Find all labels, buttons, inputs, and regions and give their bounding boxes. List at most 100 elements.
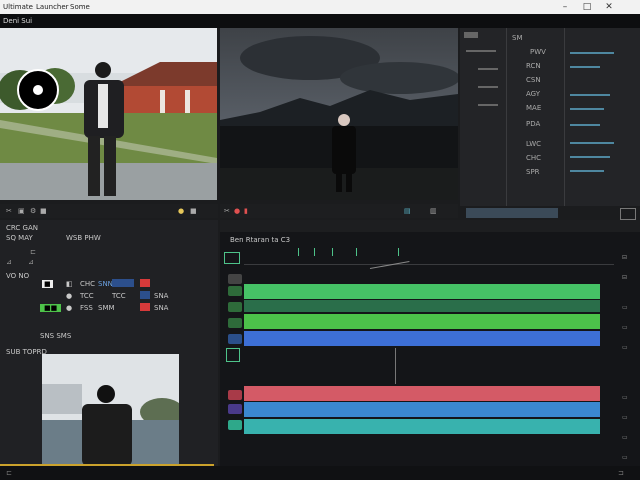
- inspector-slider[interactable]: [570, 66, 600, 68]
- row-label: CHC: [80, 280, 96, 288]
- track-header-a3[interactable]: [228, 420, 242, 430]
- video-clip[interactable]: [244, 300, 600, 312]
- section-label: VO NO: [6, 272, 30, 280]
- inspector-label: MAE: [526, 104, 542, 112]
- close-button[interactable]: ✕: [600, 1, 618, 13]
- audio-clip[interactable]: [244, 402, 600, 417]
- status-icon[interactable]: ⊐: [618, 469, 624, 477]
- inspector-label: AGY: [526, 90, 541, 98]
- row-flag[interactable]: [140, 279, 150, 287]
- audio-clip[interactable]: [244, 419, 600, 434]
- marker-icon[interactable]: ▣: [18, 207, 25, 215]
- row-label: TCC: [112, 292, 126, 300]
- inspector-slider[interactable]: [570, 52, 614, 54]
- title-bar: Ultimate Launcher Some – □ ✕: [0, 0, 640, 14]
- program-controls: ✂ ● ▮ ▤ ▥: [220, 204, 458, 218]
- inspector-slider[interactable]: [570, 170, 604, 172]
- inspector-label: PWV: [530, 48, 546, 56]
- status-bar: ⊏ ⊐: [0, 466, 640, 480]
- app-extra: Some: [70, 3, 90, 11]
- track-header-v1[interactable]: [228, 274, 242, 284]
- row-icon: ◧: [66, 280, 73, 288]
- inspector-slider[interactable]: [570, 124, 600, 126]
- inspector-label: RCN: [526, 62, 541, 70]
- row-flag[interactable]: [140, 291, 150, 299]
- row-label: TCC: [80, 292, 94, 300]
- row-label: SMM: [98, 304, 115, 312]
- settings-icon[interactable]: ⚙: [30, 207, 36, 215]
- track-header-v3[interactable]: [228, 302, 242, 312]
- inspector-slider[interactable]: [570, 108, 604, 110]
- preview-label: SUB TOPRD: [6, 348, 47, 356]
- row-label: FSS: [80, 304, 93, 312]
- track-header-v4[interactable]: [228, 318, 242, 328]
- track-toggle-icon[interactable]: [226, 348, 240, 362]
- program-frame: [220, 28, 458, 200]
- row-label: SNA: [154, 292, 169, 300]
- scissors-icon[interactable]: ✂: [224, 207, 230, 215]
- tag-badge[interactable]: ■: [42, 280, 53, 288]
- panel-header: WSB PHW: [66, 234, 101, 242]
- app-name: Ultimate: [3, 3, 33, 11]
- timeline-scrollbar[interactable]: ⊟ ⊟ ▭ ▭ ▭ ▭ ▭ ▭ ▭: [620, 244, 632, 474]
- scissors-icon[interactable]: ✂: [6, 207, 12, 215]
- row-flag[interactable]: [140, 303, 150, 311]
- inspector-label: PDA: [526, 120, 541, 128]
- tool-icon[interactable]: ⊿: [28, 258, 34, 266]
- program-viewer[interactable]: [220, 28, 458, 200]
- inspector-label: SM: [512, 34, 523, 42]
- timeline-panel: Ben Rtaran ta C3 ⊟ ⊟ ▭ ▭ ▭ ▭ ▭ ▭ ▭: [220, 220, 640, 476]
- tag-badge[interactable]: ■■: [40, 304, 62, 312]
- playhead[interactable]: [395, 348, 396, 384]
- footer-label: SNS SMS: [40, 332, 72, 340]
- timeline-title: Ben Rtaran ta C3: [230, 236, 291, 244]
- preview-thumbnail[interactable]: [42, 354, 179, 466]
- inspector-panel: SM PWV RCN CSN AGY MAE PDA LWC CHC SPR: [460, 28, 640, 206]
- audio-clip[interactable]: [244, 386, 600, 401]
- menu-title: Deni Sui: [3, 17, 33, 25]
- row-pill[interactable]: [112, 279, 134, 287]
- inspector-label: CSN: [526, 76, 541, 84]
- inspector-label: CHC: [526, 154, 542, 162]
- inspector-slider[interactable]: [570, 142, 614, 144]
- inspector-expand-icon[interactable]: [620, 208, 636, 220]
- row-icon: ●: [66, 292, 73, 300]
- video-clip[interactable]: [244, 284, 600, 299]
- panel-header: CRC GAN: [6, 224, 38, 232]
- track-select-icon[interactable]: [224, 252, 240, 264]
- inspector-label: LWC: [526, 140, 542, 148]
- row-label: SNN: [98, 280, 113, 288]
- status-icon[interactable]: ⊏: [6, 469, 12, 477]
- track-header-v5[interactable]: [228, 334, 242, 344]
- group-label: SQ MAY: [6, 234, 33, 242]
- label-icon[interactable]: ■: [40, 207, 47, 215]
- audio-icon[interactable]: ▥: [430, 207, 437, 215]
- video-clip[interactable]: [244, 314, 600, 329]
- play-icon[interactable]: ●: [178, 207, 184, 215]
- app-subtitle: Launcher: [36, 3, 69, 11]
- inspector-scroll[interactable]: [466, 208, 558, 218]
- tool-icon[interactable]: ⊿: [6, 258, 12, 266]
- source-viewer[interactable]: [0, 28, 217, 200]
- track-header-v2[interactable]: [228, 286, 242, 296]
- record-icon[interactable]: ▮: [244, 207, 248, 215]
- source-frame: [0, 28, 217, 200]
- stop-icon[interactable]: ■: [190, 207, 197, 215]
- row-icon: ●: [66, 304, 73, 312]
- video-clip[interactable]: [244, 331, 600, 346]
- minimize-button[interactable]: –: [556, 1, 574, 13]
- menu-bar: Deni Sui: [0, 14, 640, 28]
- monitor-icon[interactable]: ▤: [404, 207, 411, 215]
- tool-icon[interactable]: ⊏: [30, 248, 36, 256]
- source-controls: ✂ ▣ ⚙ ■ ● ■: [0, 204, 218, 218]
- inspector-slider[interactable]: [570, 94, 610, 96]
- preview-panel: SUB TOPRD: [0, 346, 218, 476]
- row-label: SNA: [154, 304, 169, 312]
- track-header-a1[interactable]: [228, 390, 242, 400]
- record-icon[interactable]: ●: [234, 207, 240, 215]
- maximize-button[interactable]: □: [578, 1, 596, 13]
- effects-panel: CRC GAN WSB PHW SQ MAY ⊏ ⊿ ⊿ VO NO ■ ■■ …: [0, 220, 218, 346]
- inspector-slider[interactable]: [570, 156, 610, 158]
- track-header-a2[interactable]: [228, 404, 242, 414]
- inspector-label: SPR: [526, 168, 540, 176]
